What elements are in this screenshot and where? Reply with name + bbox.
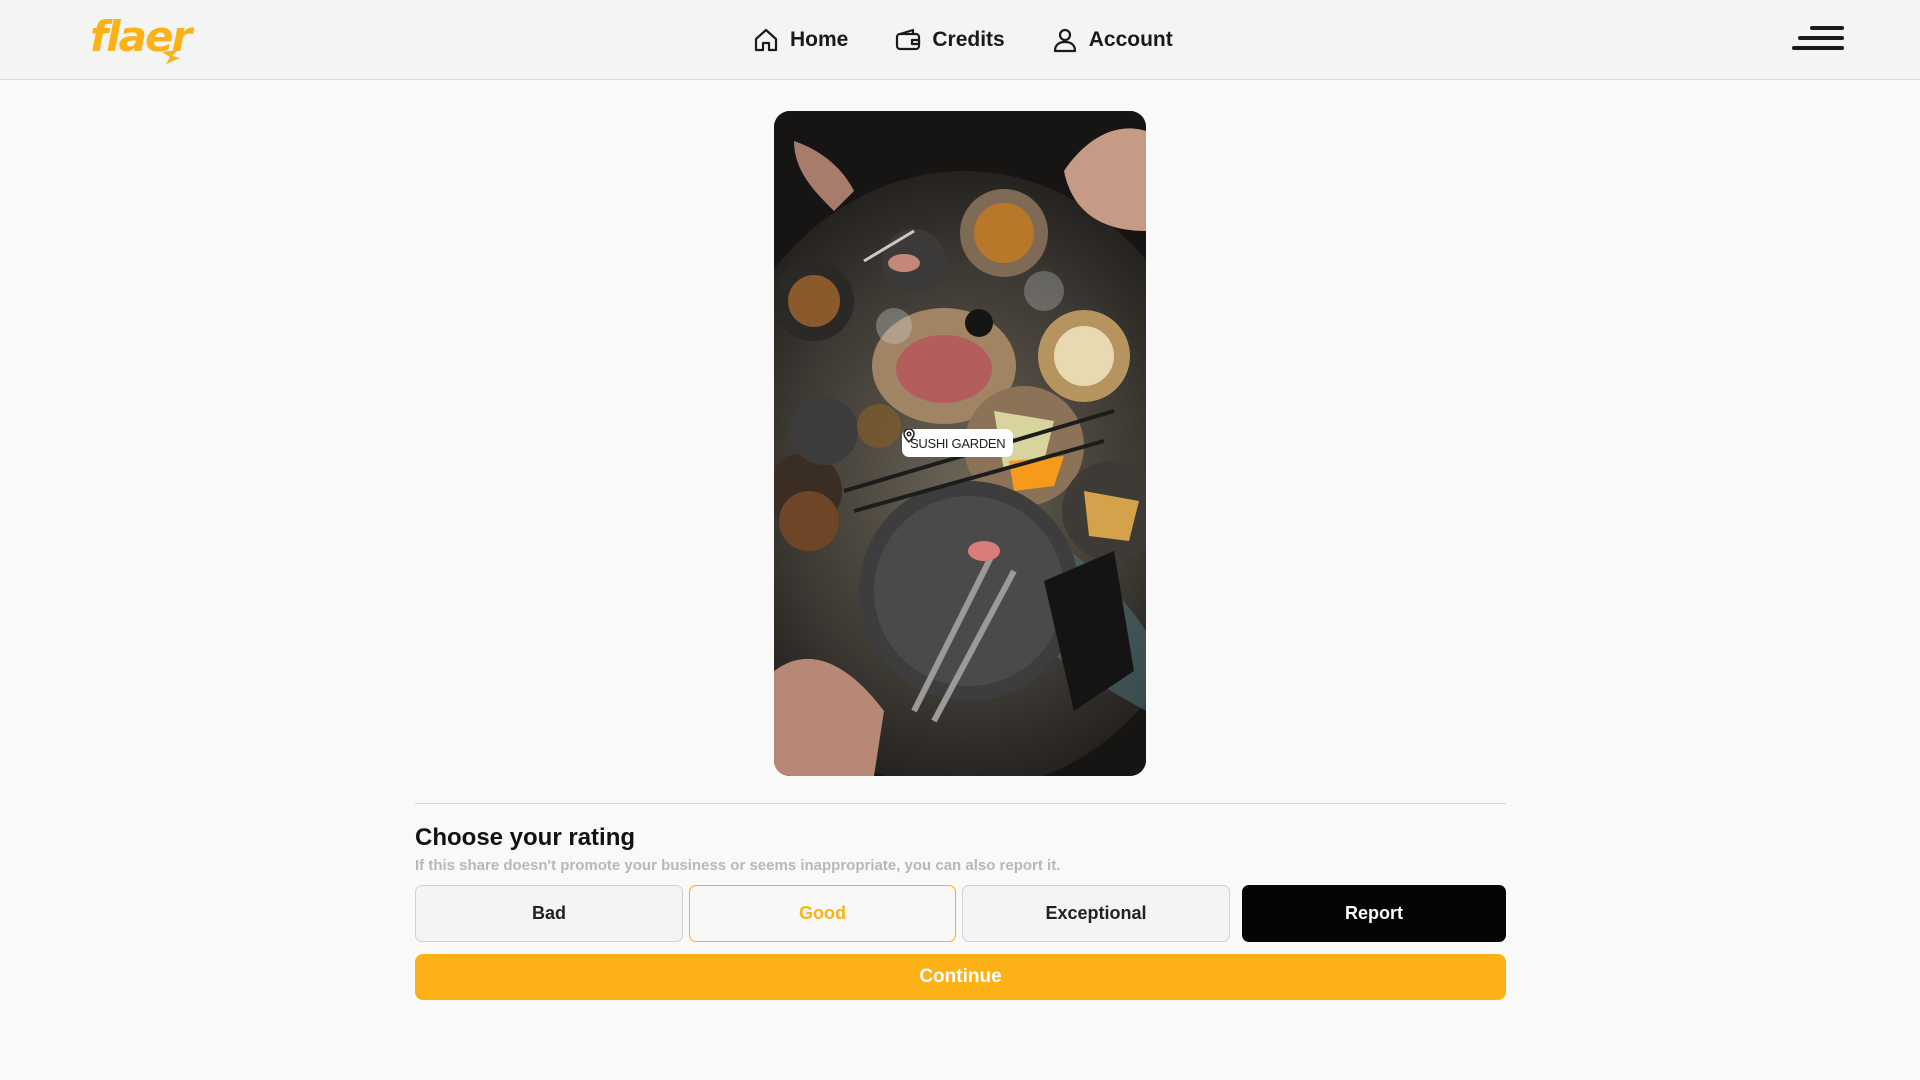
- report-button[interactable]: Report: [1242, 885, 1506, 942]
- main-nav: Home Credits Account: [752, 20, 1173, 60]
- section-divider: [415, 803, 1506, 804]
- top-header: flaer Home Credits Account: [0, 0, 1920, 80]
- rating-good-button[interactable]: Good: [689, 885, 956, 942]
- location-label: SUSHI GARDEN: [910, 435, 1006, 451]
- rating-options: Bad Good Exceptional Report: [415, 885, 1506, 942]
- map-pin-icon: [903, 429, 915, 443]
- nav-home-label: Home: [790, 28, 849, 51]
- wallet-icon: [896, 28, 921, 51]
- rating-exceptional-button[interactable]: Exceptional: [962, 885, 1230, 942]
- story-image[interactable]: SUSHI GARDEN: [774, 111, 1146, 776]
- nav-account-label: Account: [1088, 28, 1173, 51]
- rating-subtitle: If this share doesn't promote your busin…: [415, 857, 1061, 874]
- nav-credits-label: Credits: [932, 28, 1005, 51]
- location-tag: SUSHI GARDEN: [902, 429, 1014, 457]
- nav-home[interactable]: Home: [752, 26, 848, 54]
- nav-account[interactable]: Account: [1051, 26, 1173, 54]
- rating-bad-button[interactable]: Bad: [415, 885, 683, 942]
- continue-button[interactable]: Continue: [415, 954, 1506, 1000]
- hamburger-menu-icon[interactable]: [1788, 24, 1844, 54]
- logo-spark-icon: [162, 50, 180, 64]
- rating-title: Choose your rating: [415, 824, 636, 851]
- user-icon: [1053, 28, 1076, 53]
- home-icon: [754, 28, 778, 52]
- nav-credits[interactable]: Credits: [894, 26, 1005, 54]
